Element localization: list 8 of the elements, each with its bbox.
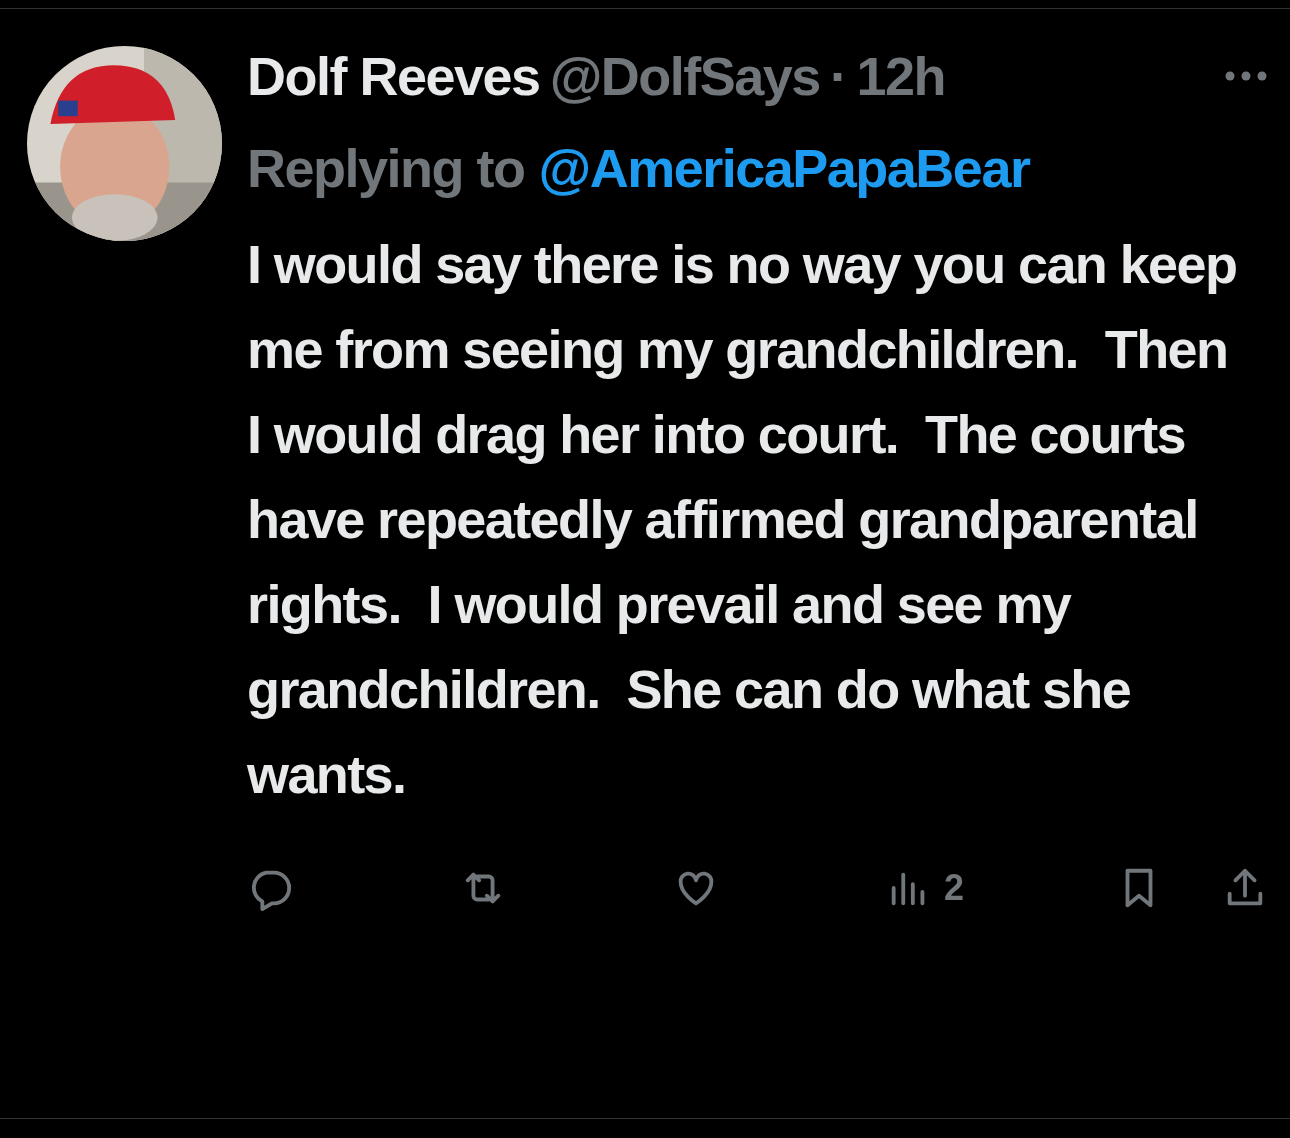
replying-label: Replying to bbox=[247, 137, 525, 200]
separator-dot: · bbox=[829, 45, 847, 108]
timestamp[interactable]: 12h bbox=[856, 30, 945, 122]
mention-link[interactable]: @AmericaPapaBear bbox=[538, 122, 1030, 214]
author-handle[interactable]: @DolfSays bbox=[549, 30, 820, 122]
author-name[interactable]: Dolf Reeves bbox=[247, 30, 540, 122]
tweet-text: I would say there is no way you can keep me from seeing my grandchildren. Then I would drag her into court. The courts have repeatedly affirmed grandparental rights. I would prevail and see my grandchildren. She can do what she wants. bbox=[247, 233, 1238, 806]
view-count: 2 bbox=[944, 867, 965, 909]
